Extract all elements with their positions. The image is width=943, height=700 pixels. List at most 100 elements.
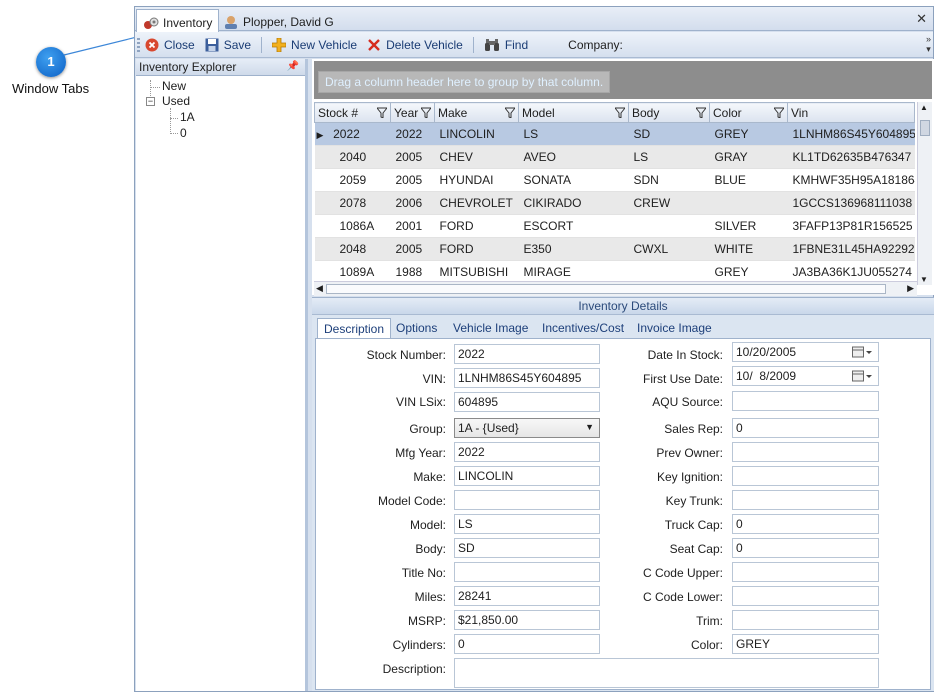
color-field[interactable]: GREY xyxy=(732,634,879,654)
table-row[interactable]: 1086A 2001 FORD ESCORT SILVER 3FAFP13P81… xyxy=(314,214,915,238)
mfg-year-field[interactable]: 2022 xyxy=(454,442,600,462)
description-field[interactable] xyxy=(454,658,879,688)
tab-invoice-image[interactable]: Invoice Image xyxy=(631,318,718,338)
sales-rep-field[interactable]: 0 xyxy=(732,418,879,438)
calendar-icon[interactable] xyxy=(852,370,874,382)
grid-vertical-scrollbar[interactable]: ▲ ▼ xyxy=(917,102,932,285)
column-header-year[interactable]: Year xyxy=(390,102,435,123)
table-row[interactable]: 2040 2005 CHEV AVEO LS GRAY KL1TD62635B4… xyxy=(314,145,915,169)
grid-cell: FORD xyxy=(434,214,519,238)
tab-incentives-cost[interactable]: Incentives/Cost xyxy=(536,318,630,338)
tree-connector xyxy=(150,87,160,88)
toolbar: Close Save New Vehicle Delete Vehicle Fi… xyxy=(135,32,933,58)
tab-customer[interactable]: Plopper, David G xyxy=(217,9,340,31)
grid-cell: E350 xyxy=(518,237,629,261)
column-header-make[interactable]: Make xyxy=(434,102,519,123)
vin-label: VIN: xyxy=(422,372,446,386)
filter-icon[interactable] xyxy=(377,107,387,118)
tab-vehicle-image[interactable]: Vehicle Image xyxy=(447,318,534,338)
grid-cell: KMHWF35H95A181864 xyxy=(787,168,915,192)
column-header-body[interactable]: Body xyxy=(628,102,710,123)
grid-cell: 2022 xyxy=(390,122,435,146)
save-button[interactable]: Save xyxy=(205,38,251,52)
grid-cell: CIKIRADO xyxy=(518,191,629,215)
make-field[interactable]: LINCOLIN xyxy=(454,466,600,486)
body-field[interactable]: SD xyxy=(454,538,600,558)
pin-icon[interactable]: 📌 xyxy=(287,59,299,75)
tree-node-used-1a[interactable]: 1A xyxy=(180,110,195,124)
prev-owner-field[interactable] xyxy=(732,442,879,462)
find-button[interactable]: Find xyxy=(484,38,528,52)
scroll-thumb[interactable] xyxy=(326,284,886,294)
model-field[interactable]: LS xyxy=(454,514,600,534)
filter-icon[interactable] xyxy=(696,107,706,118)
table-row[interactable]: 2078 2006 CHEVROLET CIKIRADO CREW 1GCCS1… xyxy=(314,191,915,215)
calendar-icon[interactable] xyxy=(852,346,874,358)
filter-icon[interactable] xyxy=(505,107,515,118)
vin-field[interactable]: 1LNHM86S45Y604895 xyxy=(454,368,600,388)
c-code-upper-field[interactable] xyxy=(732,562,879,582)
key-trunk-field[interactable] xyxy=(732,490,879,510)
miles-field[interactable]: 28241 xyxy=(454,586,600,606)
date-in-stock-picker[interactable]: 10/20/2005 xyxy=(732,342,879,362)
tab-description[interactable]: Description xyxy=(317,318,392,338)
aqu-source-field[interactable] xyxy=(732,391,879,411)
scroll-right-icon[interactable]: ▶ xyxy=(907,283,914,294)
scroll-up-icon[interactable]: ▲ xyxy=(920,103,928,112)
scroll-down-icon[interactable]: ▼ xyxy=(920,275,928,284)
stock-number-field[interactable]: 2022 xyxy=(454,344,600,364)
column-header-model[interactable]: Model xyxy=(518,102,629,123)
c-code-lower-field[interactable] xyxy=(732,586,879,606)
filter-icon[interactable] xyxy=(421,107,431,118)
msrp-field[interactable]: $21,850.00 xyxy=(454,610,600,630)
group-select[interactable]: 1A - {Used} ▼ xyxy=(454,418,600,438)
close-icon[interactable]: ✕ xyxy=(916,11,927,27)
tree-node-used[interactable]: Used xyxy=(162,94,190,108)
column-header-color[interactable]: Color xyxy=(709,102,788,123)
grid-cell: 2048 xyxy=(314,237,391,261)
delete-icon xyxy=(368,38,380,51)
application-window: Inventory Plopper, David G ✕ Close Save xyxy=(134,6,934,692)
grid-cell: CWXL xyxy=(628,237,710,261)
filter-icon[interactable] xyxy=(615,107,625,118)
column-header-vin[interactable]: Vin xyxy=(787,102,915,123)
scroll-thumb[interactable] xyxy=(920,120,930,136)
key-ignition-field[interactable] xyxy=(732,466,879,486)
grid-cell: FORD xyxy=(434,237,519,261)
delete-vehicle-button-label: Delete Vehicle xyxy=(386,37,463,52)
first-use-date-picker[interactable]: 10/ 8/2009 xyxy=(732,366,879,386)
grid-cell: ▶ 2022 xyxy=(314,122,391,146)
table-row[interactable]: ▶ 2022 2022 LINCOLIN LS SD GREY 1LNHM86S… xyxy=(314,122,915,146)
grid-cell: SONATA xyxy=(518,168,629,192)
make-label: Make: xyxy=(413,470,446,484)
grid-horizontal-scrollbar[interactable]: ◀ ▶ xyxy=(314,281,917,296)
scroll-left-icon[interactable]: ◀ xyxy=(316,283,323,294)
delete-vehicle-button[interactable]: Delete Vehicle xyxy=(367,38,463,52)
filter-icon[interactable] xyxy=(774,107,784,118)
new-vehicle-button[interactable]: New Vehicle xyxy=(272,37,357,52)
group-by-area[interactable]: Drag a column header here to group by th… xyxy=(314,61,932,99)
column-header-stock[interactable]: Stock # xyxy=(314,102,391,123)
details-tab-strip: Description Options Vehicle Image Incent… xyxy=(312,318,934,338)
collapse-icon[interactable]: − xyxy=(146,97,155,106)
model-code-field[interactable] xyxy=(454,490,600,510)
seat-cap-field[interactable]: 0 xyxy=(732,538,879,558)
toolbar-overflow-icon[interactable]: » ▾ xyxy=(926,34,931,54)
toolbar-grip[interactable] xyxy=(137,38,140,52)
tab-options[interactable]: Options xyxy=(390,318,443,338)
trim-field[interactable] xyxy=(732,610,879,630)
vin-lsix-label: VIN LSix: xyxy=(395,395,446,409)
grid-cell: SILVER xyxy=(709,214,788,238)
title-no-field[interactable] xyxy=(454,562,600,582)
window-tab-bar: Inventory Plopper, David G ✕ xyxy=(135,7,933,32)
table-row[interactable]: 2059 2005 HYUNDAI SONATA SDN BLUE KMHWF3… xyxy=(314,168,915,192)
cylinders-field[interactable]: 0 xyxy=(454,634,600,654)
table-row[interactable]: 2048 2005 FORD E350 CWXL WHITE 1FBNE31L4… xyxy=(314,237,915,261)
close-button[interactable]: Close xyxy=(145,38,195,52)
model-code-label: Model Code: xyxy=(377,494,446,508)
tab-inventory[interactable]: Inventory xyxy=(136,9,220,32)
tree-node-new[interactable]: New xyxy=(162,79,186,93)
vin-lsix-field[interactable]: 604895 xyxy=(454,392,600,412)
truck-cap-field[interactable]: 0 xyxy=(732,514,879,534)
tree-node-used-0[interactable]: 0 xyxy=(180,126,187,140)
